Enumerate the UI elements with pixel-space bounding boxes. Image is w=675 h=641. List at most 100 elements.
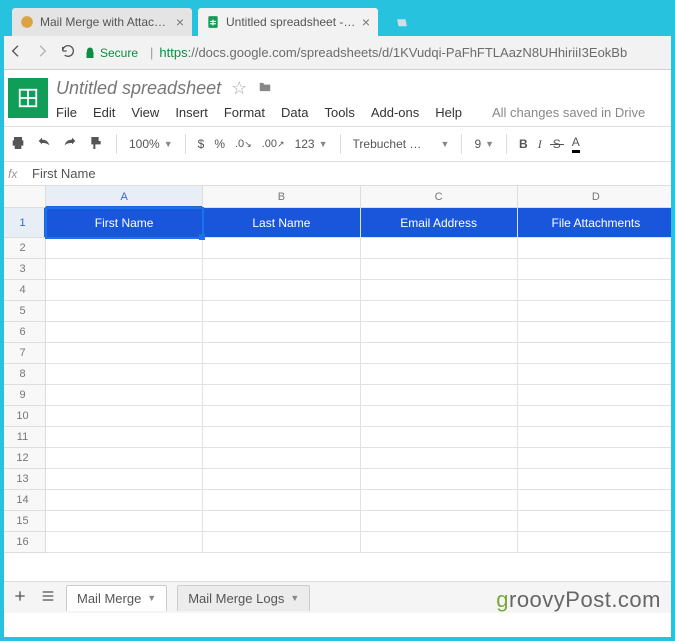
row-header[interactable]: 11	[0, 427, 46, 448]
row-header[interactable]: 5	[0, 301, 46, 322]
chevron-down-icon[interactable]: ▼	[147, 593, 156, 603]
row-header[interactable]: 13	[0, 469, 46, 490]
cell[interactable]	[518, 469, 675, 490]
font-family-dropdown[interactable]: Trebuchet …▼	[353, 137, 450, 151]
row-header[interactable]: 12	[0, 448, 46, 469]
cell[interactable]	[203, 322, 360, 343]
cell[interactable]: First Name	[46, 208, 203, 238]
cell[interactable]	[46, 406, 203, 427]
cell[interactable]	[518, 364, 675, 385]
cell[interactable]	[203, 406, 360, 427]
cell[interactable]	[203, 301, 360, 322]
row-header[interactable]: 3	[0, 259, 46, 280]
cell[interactable]	[46, 259, 203, 280]
cell[interactable]	[361, 448, 518, 469]
cell[interactable]	[361, 364, 518, 385]
menu-edit[interactable]: Edit	[93, 105, 115, 120]
browser-tab-mailmerge[interactable]: Mail Merge with Attachm ×	[12, 8, 192, 36]
cell[interactable]: File Attachments	[518, 208, 675, 238]
cell[interactable]	[46, 490, 203, 511]
increase-decimal[interactable]: .00↗	[262, 138, 285, 150]
url-field[interactable]: Secure | https://docs.google.com/spreads…	[84, 45, 667, 60]
cell[interactable]	[361, 406, 518, 427]
cell[interactable]	[361, 322, 518, 343]
cell[interactable]	[361, 238, 518, 259]
cell[interactable]	[46, 469, 203, 490]
cell[interactable]	[518, 406, 675, 427]
sheet-tab-mailmerge[interactable]: Mail Merge ▼	[66, 585, 167, 611]
row-header[interactable]: 2	[0, 238, 46, 259]
browser-tab-sheets[interactable]: Untitled spreadsheet - G ×	[198, 8, 378, 36]
cell[interactable]	[361, 280, 518, 301]
chevron-down-icon[interactable]: ▼	[290, 593, 299, 603]
cell[interactable]	[46, 448, 203, 469]
cell[interactable]	[203, 280, 360, 301]
cell[interactable]	[518, 238, 675, 259]
row-header[interactable]: 1	[0, 208, 46, 238]
font-size-dropdown[interactable]: 9▼	[474, 137, 494, 151]
italic-button[interactable]: I	[538, 137, 542, 152]
column-header[interactable]: B	[203, 186, 360, 208]
row-header[interactable]: 10	[0, 406, 46, 427]
cell[interactable]	[203, 385, 360, 406]
cell[interactable]	[518, 280, 675, 301]
select-all-corner[interactable]	[0, 186, 46, 208]
cell[interactable]	[203, 427, 360, 448]
decrease-decimal[interactable]: .0↘	[235, 138, 252, 150]
cell[interactable]	[518, 427, 675, 448]
cell[interactable]	[203, 469, 360, 490]
cell[interactable]	[518, 532, 675, 553]
row-header[interactable]: 6	[0, 322, 46, 343]
cell[interactable]	[46, 238, 203, 259]
cell[interactable]	[46, 532, 203, 553]
close-icon[interactable]: ×	[176, 14, 184, 30]
menu-insert[interactable]: Insert	[175, 105, 208, 120]
cell[interactable]	[361, 532, 518, 553]
cell[interactable]	[518, 511, 675, 532]
star-icon[interactable]: ☆	[231, 78, 247, 99]
cell[interactable]	[361, 469, 518, 490]
cell[interactable]	[46, 511, 203, 532]
cell[interactable]	[361, 301, 518, 322]
row-header[interactable]: 9	[0, 385, 46, 406]
menu-file[interactable]: File	[56, 105, 77, 120]
column-header[interactable]: D	[518, 186, 675, 208]
cell[interactable]	[518, 322, 675, 343]
reload-button[interactable]	[60, 43, 76, 62]
cell[interactable]	[518, 385, 675, 406]
paint-format-icon[interactable]	[88, 135, 104, 154]
add-sheet-button[interactable]	[12, 588, 28, 607]
doc-title[interactable]: Untitled spreadsheet	[56, 78, 221, 99]
redo-icon[interactable]	[62, 135, 78, 154]
row-header[interactable]: 14	[0, 490, 46, 511]
zoom-dropdown[interactable]: 100%▼	[129, 137, 173, 151]
column-header[interactable]: A	[46, 186, 203, 208]
cell[interactable]	[46, 322, 203, 343]
cell[interactable]	[361, 511, 518, 532]
formula-bar[interactable]: fx First Name	[0, 162, 675, 186]
cell[interactable]	[203, 259, 360, 280]
cell[interactable]	[46, 364, 203, 385]
cell[interactable]	[361, 385, 518, 406]
folder-icon[interactable]	[257, 78, 273, 99]
menu-tools[interactable]: Tools	[324, 105, 354, 120]
menu-format[interactable]: Format	[224, 105, 265, 120]
all-sheets-button[interactable]	[40, 588, 56, 607]
cell[interactable]	[203, 448, 360, 469]
menu-addons[interactable]: Add-ons	[371, 105, 419, 120]
cell[interactable]	[203, 343, 360, 364]
close-icon[interactable]: ×	[362, 14, 370, 30]
format-percent[interactable]: %	[214, 137, 225, 151]
column-header[interactable]: C	[361, 186, 518, 208]
cell[interactable]	[361, 490, 518, 511]
cell[interactable]	[361, 343, 518, 364]
cell[interactable]	[46, 427, 203, 448]
menu-view[interactable]: View	[131, 105, 159, 120]
cell[interactable]	[518, 448, 675, 469]
print-icon[interactable]	[10, 135, 26, 154]
format-currency[interactable]: $	[198, 137, 205, 151]
cell[interactable]	[518, 343, 675, 364]
cell[interactable]	[46, 301, 203, 322]
bold-button[interactable]: B	[519, 137, 528, 151]
cell[interactable]	[46, 343, 203, 364]
